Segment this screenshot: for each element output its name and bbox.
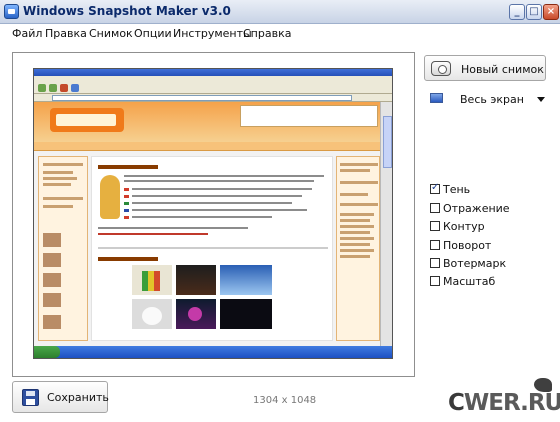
title-bar: Windows Snapshot Maker v3.0 _ □ × bbox=[0, 0, 560, 24]
captured-browser-toolbar bbox=[34, 82, 392, 94]
watermark-label: Вотермарк bbox=[443, 257, 507, 270]
reflection-label: Отражение bbox=[443, 202, 510, 215]
capture-mode-value: Весь экран bbox=[460, 93, 524, 106]
captured-scrollbar bbox=[380, 102, 392, 347]
shadow-label: Тень bbox=[443, 183, 471, 196]
chevron-down-icon bbox=[537, 97, 545, 102]
reflection-checkbox[interactable] bbox=[430, 203, 440, 213]
preview-frame bbox=[12, 52, 415, 377]
outline-label: Контур bbox=[443, 220, 485, 233]
scale-checkbox[interactable] bbox=[430, 276, 440, 286]
maximize-button[interactable]: □ bbox=[526, 4, 542, 20]
menu-help[interactable]: Справка bbox=[243, 27, 291, 40]
menu-snapshot[interactable]: Снимок bbox=[89, 27, 133, 40]
floppy-disk-icon bbox=[22, 389, 39, 406]
captured-right-column bbox=[336, 156, 380, 341]
shadow-checkbox[interactable] bbox=[430, 182, 440, 194]
menu-options[interactable]: Опции bbox=[134, 27, 172, 40]
outline-checkbox[interactable] bbox=[430, 221, 440, 231]
rotation-label: Поворот bbox=[443, 239, 492, 252]
image-dimensions: 1304 x 1048 bbox=[253, 395, 317, 406]
captured-web-page bbox=[34, 102, 382, 347]
menu-tools[interactable]: Инструменты bbox=[173, 27, 252, 40]
menu-edit[interactable]: Правка bbox=[45, 27, 87, 40]
cwer-watermark-logo: CWER.RU bbox=[448, 378, 560, 420]
window-title: Windows Snapshot Maker v3.0 bbox=[23, 4, 231, 18]
rotation-checkbox[interactable] bbox=[430, 240, 440, 250]
save-label: Сохранить bbox=[47, 391, 109, 404]
monitor-icon bbox=[430, 93, 443, 103]
watermark-checkbox[interactable] bbox=[430, 258, 440, 268]
watermark-text: CWER.RU bbox=[448, 390, 560, 416]
close-button[interactable]: × bbox=[543, 4, 559, 20]
menu-file[interactable]: Файл bbox=[12, 27, 42, 40]
new-snapshot-button[interactable]: Новый снимок bbox=[424, 55, 546, 81]
captured-main-column bbox=[91, 156, 333, 341]
captured-site-logo bbox=[50, 108, 124, 132]
captured-mascot-image bbox=[100, 175, 120, 219]
captured-taskbar bbox=[34, 346, 392, 358]
captured-site-nav bbox=[34, 142, 382, 151]
menu-bar: Файл Правка Снимок Опции Инструменты Спр… bbox=[0, 24, 560, 43]
new-snapshot-label: Новый снимок bbox=[461, 63, 544, 76]
captured-site-header bbox=[34, 102, 382, 142]
app-icon bbox=[4, 4, 19, 19]
captured-left-column bbox=[38, 156, 88, 341]
captured-address-bar bbox=[34, 94, 392, 102]
scale-label: Масштаб bbox=[443, 275, 496, 288]
captured-browser-titlebar bbox=[34, 69, 392, 76]
captured-site-banner bbox=[240, 105, 378, 127]
capture-mode-dropdown[interactable]: Весь экран bbox=[426, 88, 548, 108]
save-button[interactable]: Сохранить bbox=[12, 381, 109, 413]
captured-screenshot-image bbox=[33, 68, 393, 359]
minimize-button[interactable]: _ bbox=[509, 4, 525, 20]
camera-icon bbox=[431, 61, 451, 76]
